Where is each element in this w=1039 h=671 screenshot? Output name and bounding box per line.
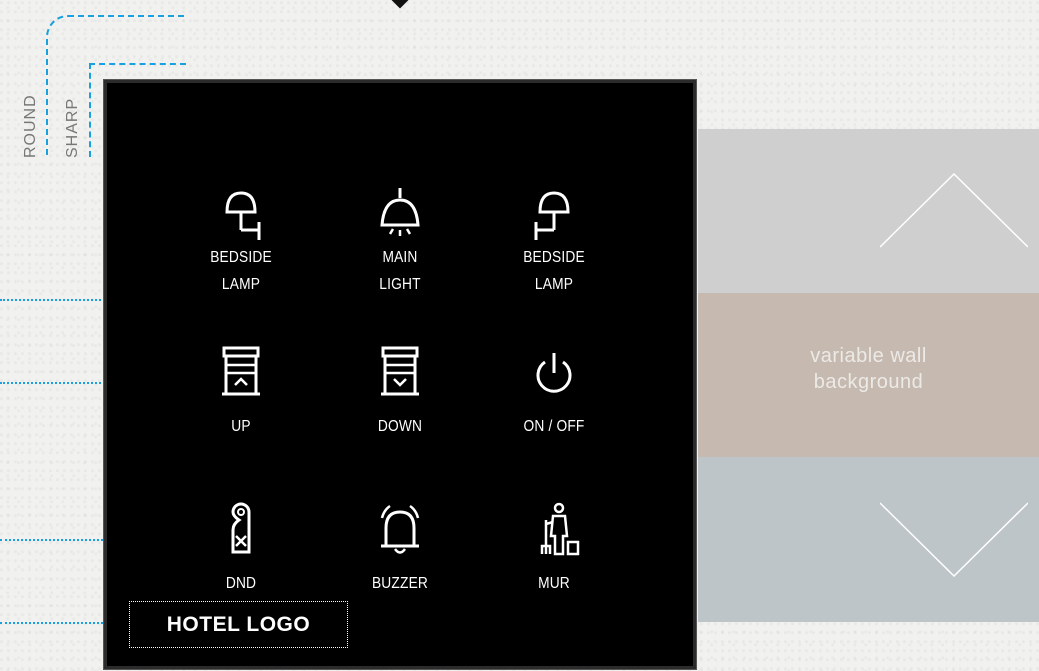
button-label: DOWN [377,418,423,435]
blinds-down-icon [381,346,419,396]
bedside-lamp-left-icon [225,191,261,240]
button-mur[interactable]: MUR [484,502,624,597]
button-blinds-up[interactable]: UP [171,345,311,440]
wall-caption: variable wall background [698,343,1039,395]
chevron-down-icon [880,502,1028,577]
button-buzzer[interactable]: BUZZER [330,502,470,597]
button-label: BUZZER [371,575,429,592]
button-main-light[interactable]: MAIN LIGHT [330,188,470,298]
button-label: LAMP [534,276,574,293]
wall-caption-line2: background [813,371,924,393]
sharp-label: SHARP [64,97,81,158]
power-icon [536,353,572,393]
ceiling-light-icon [380,188,420,236]
button-label: BEDSIDE [523,249,585,266]
button-label: LAMP [221,276,261,293]
do-not-disturb-icon [231,502,251,554]
button-label: MUR [538,575,570,592]
button-label: ON / OFF [523,418,585,435]
housekeeping-icon [540,502,580,556]
blinds-up-icon [222,346,260,396]
button-dnd[interactable]: DND [171,502,311,597]
round-label: ROUND [22,94,39,158]
button-power[interactable]: ON / OFF [484,345,624,440]
button-label: UP [231,418,251,435]
chevron-up-icon [880,173,1028,248]
wall-caption-line1: variable wall [810,345,927,367]
hotel-logo: HOTEL LOGO [129,601,348,648]
button-label: LIGHT [379,276,421,293]
button-blinds-down[interactable]: DOWN [330,345,470,440]
button-label: DND [225,575,257,592]
bell-icon [380,504,420,554]
button-bedside-lamp-right[interactable]: BEDSIDE LAMP [484,188,624,298]
button-label: MAIN [382,249,418,266]
button-label: BEDSIDE [210,249,272,266]
button-bedside-lamp-left[interactable]: BEDSIDE LAMP [171,188,311,298]
bedside-lamp-right-icon [534,191,570,240]
